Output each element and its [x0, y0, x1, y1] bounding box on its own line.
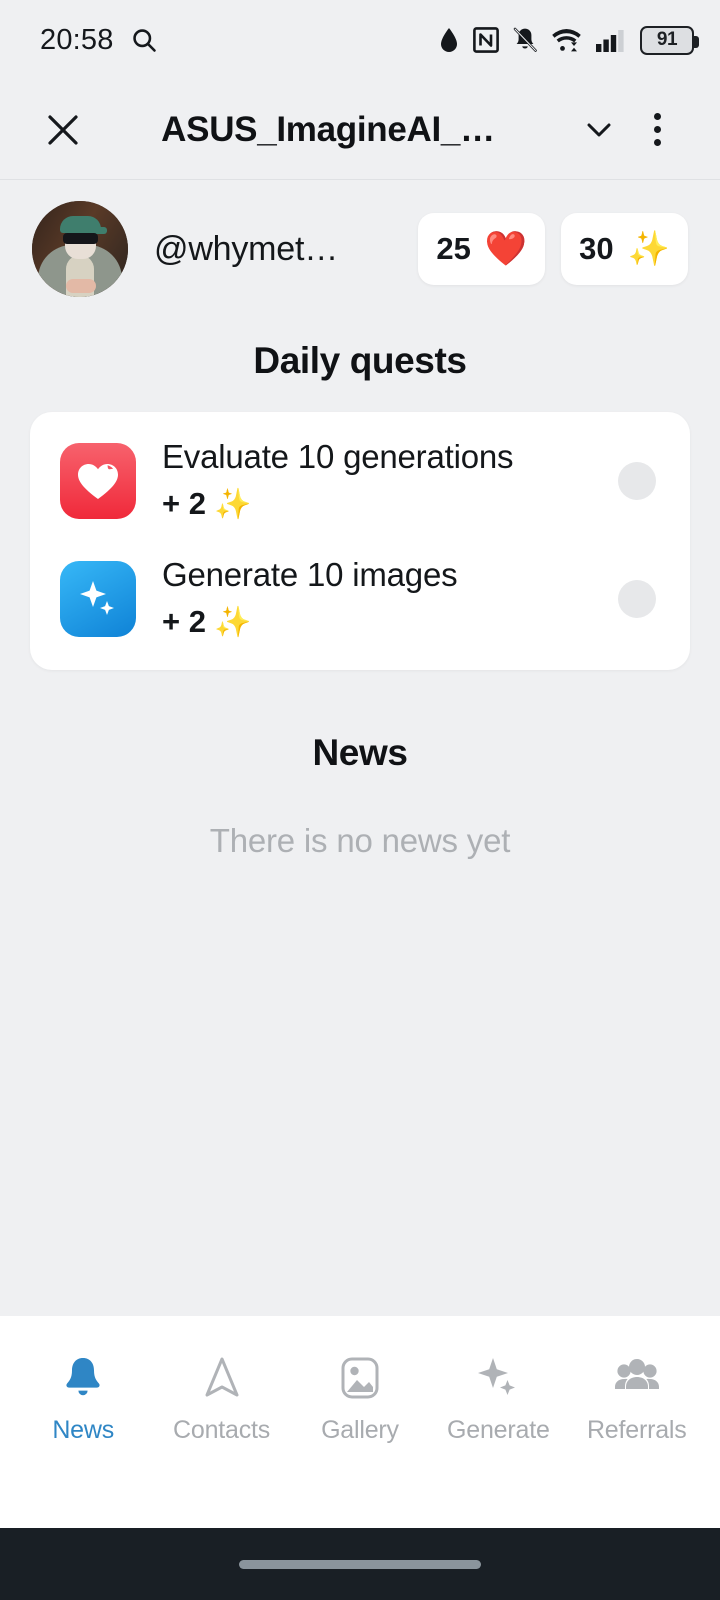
quest-row-evaluate[interactable]: Evaluate 10 generations + 2 ✨ [30, 422, 690, 540]
avatar-cap [60, 216, 107, 234]
avatar-sunglasses [63, 233, 98, 244]
battery-level: 91 [656, 29, 678, 50]
quest-status-indicator[interactable] [618, 462, 656, 500]
nav-label: Gallery [321, 1416, 399, 1444]
app-bar: ASUS_ImagineAI_… [0, 80, 720, 180]
gesture-handle[interactable] [239, 1559, 481, 1569]
page-title: ASUS_ImagineAI_… [161, 109, 495, 149]
news-title: News [312, 732, 408, 773]
cellular-signal-icon [595, 27, 627, 53]
navigation-arrow-icon [200, 1352, 244, 1404]
nav-item-news[interactable]: News [15, 1352, 151, 1445]
image-icon [339, 1352, 381, 1404]
quest-text-evaluate: Evaluate 10 generations + 2 ✨ [162, 437, 618, 523]
quest-reward: + 2 ✨ [162, 486, 618, 522]
nav-item-generate[interactable]: Generate [430, 1352, 566, 1445]
people-group-icon [612, 1352, 662, 1404]
sparkles-icon: ✨ [213, 605, 252, 639]
quest-reward: + 2 ✨ [162, 604, 618, 640]
nav-label: Referrals [586, 1416, 687, 1444]
main-content: @whymet… 25 ❤️ 30 ✨ Daily quests Evaluat… [0, 180, 720, 1316]
search-icon[interactable] [130, 26, 158, 54]
sparkles-icon: ✨ [627, 230, 670, 268]
nav-item-referrals[interactable]: Referrals [569, 1352, 705, 1445]
likes-chip[interactable]: 25 ❤️ [418, 213, 546, 285]
stat-chips: 25 ❤️ 30 ✨ [418, 213, 688, 285]
status-bar-left: 20:58 [40, 24, 158, 57]
wifi-icon [551, 27, 582, 53]
status-bar: 20:58 91 [0, 0, 720, 80]
sparkles-icon [475, 1352, 521, 1404]
gesture-bar [0, 1528, 720, 1600]
sparkles-icon: ✨ [213, 487, 252, 521]
nav-item-gallery[interactable]: Gallery [292, 1352, 428, 1445]
quest-reward-amount: + 2 [162, 604, 206, 640]
nav-label: Generate [447, 1416, 550, 1444]
quest-title: Evaluate 10 generations [162, 437, 514, 475]
nfc-icon [473, 27, 499, 53]
nav-label: News [52, 1416, 115, 1444]
chevron-down-icon[interactable] [570, 101, 628, 159]
likes-value: 25 [436, 231, 471, 266]
avatar[interactable] [32, 201, 128, 297]
bell-muted-icon [512, 26, 538, 54]
phone-screen: 20:58 91 ASUS_ImagineAI_… @whymet… 25 ❤️… [0, 0, 720, 1600]
quest-text-generate: Generate 10 images + 2 ✨ [162, 555, 618, 641]
status-time: 20:58 [40, 23, 114, 56]
water-drop-icon [438, 27, 460, 54]
nav-label: Contacts [173, 1416, 271, 1444]
daily-quests-card: Evaluate 10 generations + 2 ✨ Generate 1… [30, 412, 690, 670]
kebab-dots [653, 113, 661, 146]
more-options-icon[interactable] [628, 101, 686, 159]
status-bar-right: 91 [438, 25, 699, 55]
news-empty-state: There is no news yet [209, 822, 511, 859]
quest-title: Generate 10 images [162, 555, 458, 593]
bell-icon [60, 1352, 106, 1404]
avatar-hands [66, 279, 96, 293]
quest-reward-amount: + 2 [162, 486, 206, 522]
daily-quests-title: Daily quests [253, 340, 467, 381]
close-icon[interactable] [34, 101, 92, 159]
sparkles-icon [60, 561, 136, 637]
heart-icon: ❤️ [484, 230, 528, 268]
username[interactable]: @whymet… [154, 230, 338, 269]
credits-chip[interactable]: 30 ✨ [561, 213, 688, 285]
credits-value: 30 [579, 231, 614, 266]
nav-item-contacts[interactable]: Contacts [154, 1352, 290, 1445]
profile-row: @whymet… 25 ❤️ 30 ✨ [30, 180, 690, 302]
heart-icon [60, 443, 136, 519]
quest-row-generate[interactable]: Generate 10 images + 2 ✨ [30, 540, 690, 658]
quest-status-indicator[interactable] [618, 580, 656, 618]
bottom-navigation: News Contacts Gallery Generate Referrals [0, 1316, 720, 1528]
battery-indicator: 91 [640, 25, 699, 55]
